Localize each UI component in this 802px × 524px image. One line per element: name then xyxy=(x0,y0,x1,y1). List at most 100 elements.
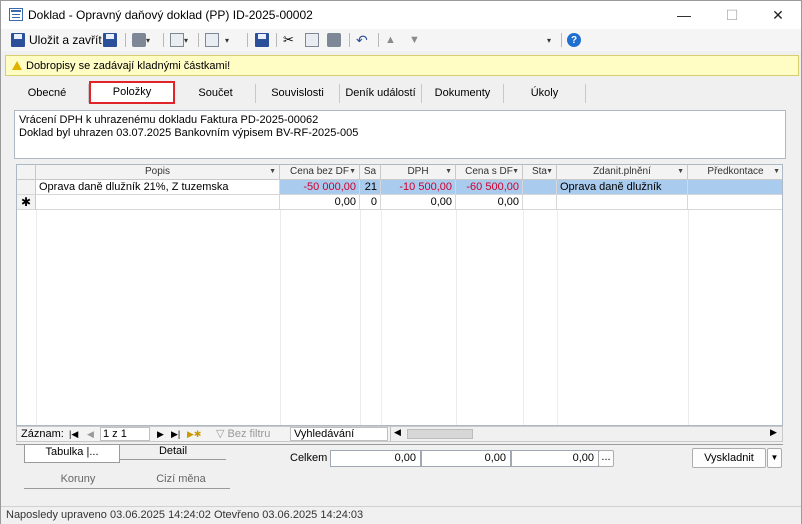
column-dropdown-icon: ▼ xyxy=(445,168,452,175)
column-dropdown-icon: ▼ xyxy=(773,168,780,175)
column-header-dph[interactable]: DPH ▼ xyxy=(381,165,456,180)
paste-button[interactable] xyxy=(327,32,341,48)
export-dropdown[interactable]: ▾ xyxy=(225,32,229,48)
column-dropdown-icon: ▼ xyxy=(349,168,356,175)
export-button[interactable] xyxy=(205,32,219,48)
cell-dph[interactable]: -10 500,00 xyxy=(381,180,456,195)
column-dropdown-icon: ▼ xyxy=(677,168,684,175)
search-input[interactable]: Vyhledávání xyxy=(290,427,388,441)
cell-cena-s-dph[interactable]: 0,00 xyxy=(456,195,523,210)
totals-more-button[interactable]: ... xyxy=(598,450,614,467)
cell-popis[interactable] xyxy=(36,195,280,210)
print-dropdown-icon[interactable]: ▾ xyxy=(146,36,150,45)
tab-koruny-label: Koruny xyxy=(60,473,96,485)
tab-dokumenty[interactable]: Dokumenty xyxy=(422,84,504,103)
previous-record-button[interactable]: ▲ xyxy=(385,32,396,48)
tab-tabulka[interactable]: Tabulka |... xyxy=(24,445,120,463)
vyskladnit-button[interactable]: Vyskladnit xyxy=(692,448,766,468)
scroll-right-icon[interactable]: ▶ xyxy=(770,427,777,438)
cell-sazba[interactable]: 21 xyxy=(360,180,381,195)
tab-soucet[interactable]: Součet xyxy=(176,84,256,103)
preview-dropdown-icon[interactable]: ▾ xyxy=(184,36,188,45)
cell-zdanitelne-plneni[interactable]: Oprava daně dlužník xyxy=(557,180,688,195)
toolbar-separator xyxy=(378,33,379,47)
totals-label: Celkem xyxy=(290,452,328,464)
cell-dph[interactable]: 0,00 xyxy=(381,195,456,210)
tab-ukoly[interactable]: Úkoly xyxy=(504,84,586,103)
tab-detail[interactable]: Detail xyxy=(120,445,226,460)
first-record-icon[interactable]: |◀ xyxy=(69,428,78,441)
column-header-stat[interactable]: Sta ▼ xyxy=(523,165,557,180)
help-button[interactable]: ? xyxy=(567,32,581,48)
note-textarea[interactable]: Vrácení DPH k uhrazenému dokladu Faktura… xyxy=(14,110,786,159)
save-copy-button[interactable] xyxy=(103,32,117,48)
column-header-cena-bez-dph[interactable]: Cena bez DF ▼ xyxy=(280,165,360,180)
vyskladnit-dropdown-button[interactable]: ▼ xyxy=(767,448,782,468)
save-close-button[interactable]: Uložit a zavřít xyxy=(11,32,102,48)
cell-sazba[interactable]: 0 xyxy=(360,195,381,210)
grid-line xyxy=(688,210,689,425)
tab-souvislosti[interactable]: Souvislosti xyxy=(256,84,340,103)
cell-predkontace[interactable] xyxy=(688,180,782,195)
new-row[interactable]: ✱ 0,00 0 0,00 0,00 xyxy=(17,195,782,210)
tab-koruny[interactable]: Koruny xyxy=(24,469,132,489)
tab-denik-udalosti[interactable]: Deník událostí xyxy=(340,84,422,103)
cell-popis[interactable]: Oprava daně dlužník 21%, Z tuzemska xyxy=(36,180,280,195)
tab-polozky[interactable]: Položky xyxy=(89,81,175,104)
row-selector-header[interactable] xyxy=(17,165,36,180)
row-selector[interactable] xyxy=(17,180,36,195)
table-row[interactable]: Oprava daně dlužník 21%, Z tuzemska -50 … xyxy=(17,180,782,195)
scroll-left-icon[interactable]: ◀ xyxy=(394,427,401,438)
maximize-button[interactable]: ☐ xyxy=(709,1,755,29)
next-record-icon[interactable]: ▶ xyxy=(157,428,164,441)
save-copy-icon xyxy=(103,33,117,47)
cell-predkontace[interactable] xyxy=(688,195,782,210)
column-header-zdanitelne-plneni[interactable]: Zdanit.plnění ▼ xyxy=(557,165,688,180)
filter-label: Bez filtru xyxy=(227,428,271,440)
next-record-button[interactable]: ▼ xyxy=(409,32,420,48)
toolbar-dropdown[interactable]: ▾ xyxy=(547,32,551,48)
window-title: Doklad - Opravný daňový doklad (PP) ID-2… xyxy=(28,8,313,22)
filter-button[interactable]: ▽ Bez filtru xyxy=(216,428,270,441)
items-grid: Popis ▼ Cena bez DF ▼ Sa DPH ▼ Cena s DF ▼ S… xyxy=(16,164,783,426)
cell-zdanitelne-plneni[interactable] xyxy=(557,195,688,210)
undo-button[interactable]: ↶ xyxy=(356,32,368,48)
preview-button[interactable]: ▾ xyxy=(170,32,188,48)
document-window: Doklad - Opravný daňový doklad (PP) ID-2… xyxy=(0,0,802,524)
grid-line xyxy=(36,210,37,425)
filter-icon: ▽ xyxy=(216,428,225,440)
column-header-predkontace[interactable]: Předkontace ▼ xyxy=(688,165,782,180)
previous-record-icon[interactable]: ◀ xyxy=(87,428,94,441)
cell-cena-bez-dph[interactable]: -50 000,00 xyxy=(280,180,360,195)
new-row-marker[interactable]: ✱ xyxy=(17,195,36,210)
undo-icon: ↶ xyxy=(356,31,368,48)
navigator-label: Záznam: xyxy=(21,428,64,440)
tab-obecne[interactable]: Obecné xyxy=(6,84,89,103)
copy-button[interactable] xyxy=(305,32,319,48)
toolbar-separator xyxy=(125,33,126,47)
column-header-cena-s-dph[interactable]: Cena s DF ▼ xyxy=(456,165,523,180)
cut-button[interactable]: ✂ xyxy=(283,32,294,48)
triangle-down-icon: ▼ xyxy=(409,34,420,46)
cell-stat[interactable] xyxy=(523,195,557,210)
print-button[interactable]: ▾ xyxy=(132,32,150,48)
grid-line xyxy=(381,210,382,425)
minimize-button[interactable]: — xyxy=(661,1,707,29)
column-header-popis[interactable]: Popis ▼ xyxy=(36,165,280,180)
tab-tabulka-label: Tabulka xyxy=(45,446,84,458)
column-header-sazba[interactable]: Sa xyxy=(360,165,381,180)
new-record-icon[interactable]: ▶✱ xyxy=(187,428,201,441)
record-position-input[interactable]: 1 z 1 xyxy=(100,427,150,441)
grid-line xyxy=(523,210,524,425)
save-button[interactable] xyxy=(255,32,269,48)
cell-stat[interactable] xyxy=(523,180,557,195)
column-dropdown-icon: ▼ xyxy=(512,168,519,175)
horizontal-scrollbar[interactable]: ◀ ▶ xyxy=(390,427,782,441)
last-record-icon[interactable]: ▶| xyxy=(171,428,180,441)
cell-cena-bez-dph[interactable]: 0,00 xyxy=(280,195,360,210)
paste-icon xyxy=(327,33,341,47)
tab-cizi-mena[interactable]: Cizí měna xyxy=(132,469,230,489)
cell-cena-s-dph[interactable]: -60 500,00 xyxy=(456,180,523,195)
scrollbar-thumb[interactable] xyxy=(407,429,473,439)
close-button[interactable]: ✕ xyxy=(755,1,801,29)
